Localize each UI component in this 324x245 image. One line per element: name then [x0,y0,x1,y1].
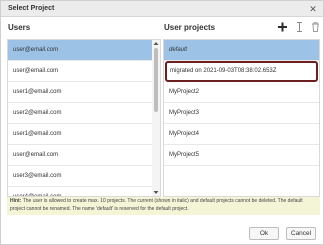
trash-icon[interactable] [310,21,321,33]
project-list-item[interactable]: MyProject3 [164,103,319,124]
scroll-up-arrow-icon[interactable] [152,40,160,47]
text-cursor-icon[interactable] [294,21,305,33]
dialog-title: Select Project [8,5,55,12]
users-list: user@email.com user@email.com user1@emai… [7,39,161,197]
cancel-button[interactable]: Cancel [286,227,316,240]
user-list-item[interactable]: user@email.com [8,145,154,166]
user-list-item[interactable]: user1@email.com [8,82,154,103]
users-scrollbar-thumb[interactable] [154,48,158,112]
users-heading: Users [8,23,31,32]
project-list-item[interactable]: MyProject5 [164,145,319,166]
projects-toolbar [277,21,321,33]
user-list-item[interactable]: user2@email.com [8,103,154,124]
dialog-titlebar: Select Project ✕ [1,1,323,17]
user-projects-heading: User projects [164,23,216,32]
scroll-down-arrow-icon[interactable] [152,189,160,196]
project-list-item[interactable]: default [164,40,319,61]
users-scrollbar[interactable] [152,40,160,196]
project-list-item[interactable]: MyProject2 [164,82,319,103]
project-list-item[interactable]: MyProject4 [164,124,319,145]
plus-icon[interactable] [277,21,288,33]
hint-label: Hint: [10,198,22,204]
close-icon[interactable]: ✕ [308,4,318,14]
hint-box: Hint: The user is allowed to create max.… [7,197,320,215]
ok-button[interactable]: Ok [249,227,279,240]
user-list-item[interactable]: user3@email.com [8,166,154,187]
select-project-dialog: Select Project ✕ Users User projects use… [0,0,324,245]
user-list-item[interactable]: user@email.com [8,61,154,82]
hint-text: The user is allowed to create max. 10 pr… [10,198,303,212]
user-list-item[interactable]: user1@email.com [8,124,154,145]
user-list-item[interactable]: user4@email.com [8,187,154,196]
user-projects-list: default migrated on 2021-09-03T08:38:02.… [163,39,320,197]
user-list-item[interactable]: user@email.com [8,40,154,61]
project-list-item[interactable]: migrated on 2021-09-03T08:38:02.653Z [165,61,318,82]
